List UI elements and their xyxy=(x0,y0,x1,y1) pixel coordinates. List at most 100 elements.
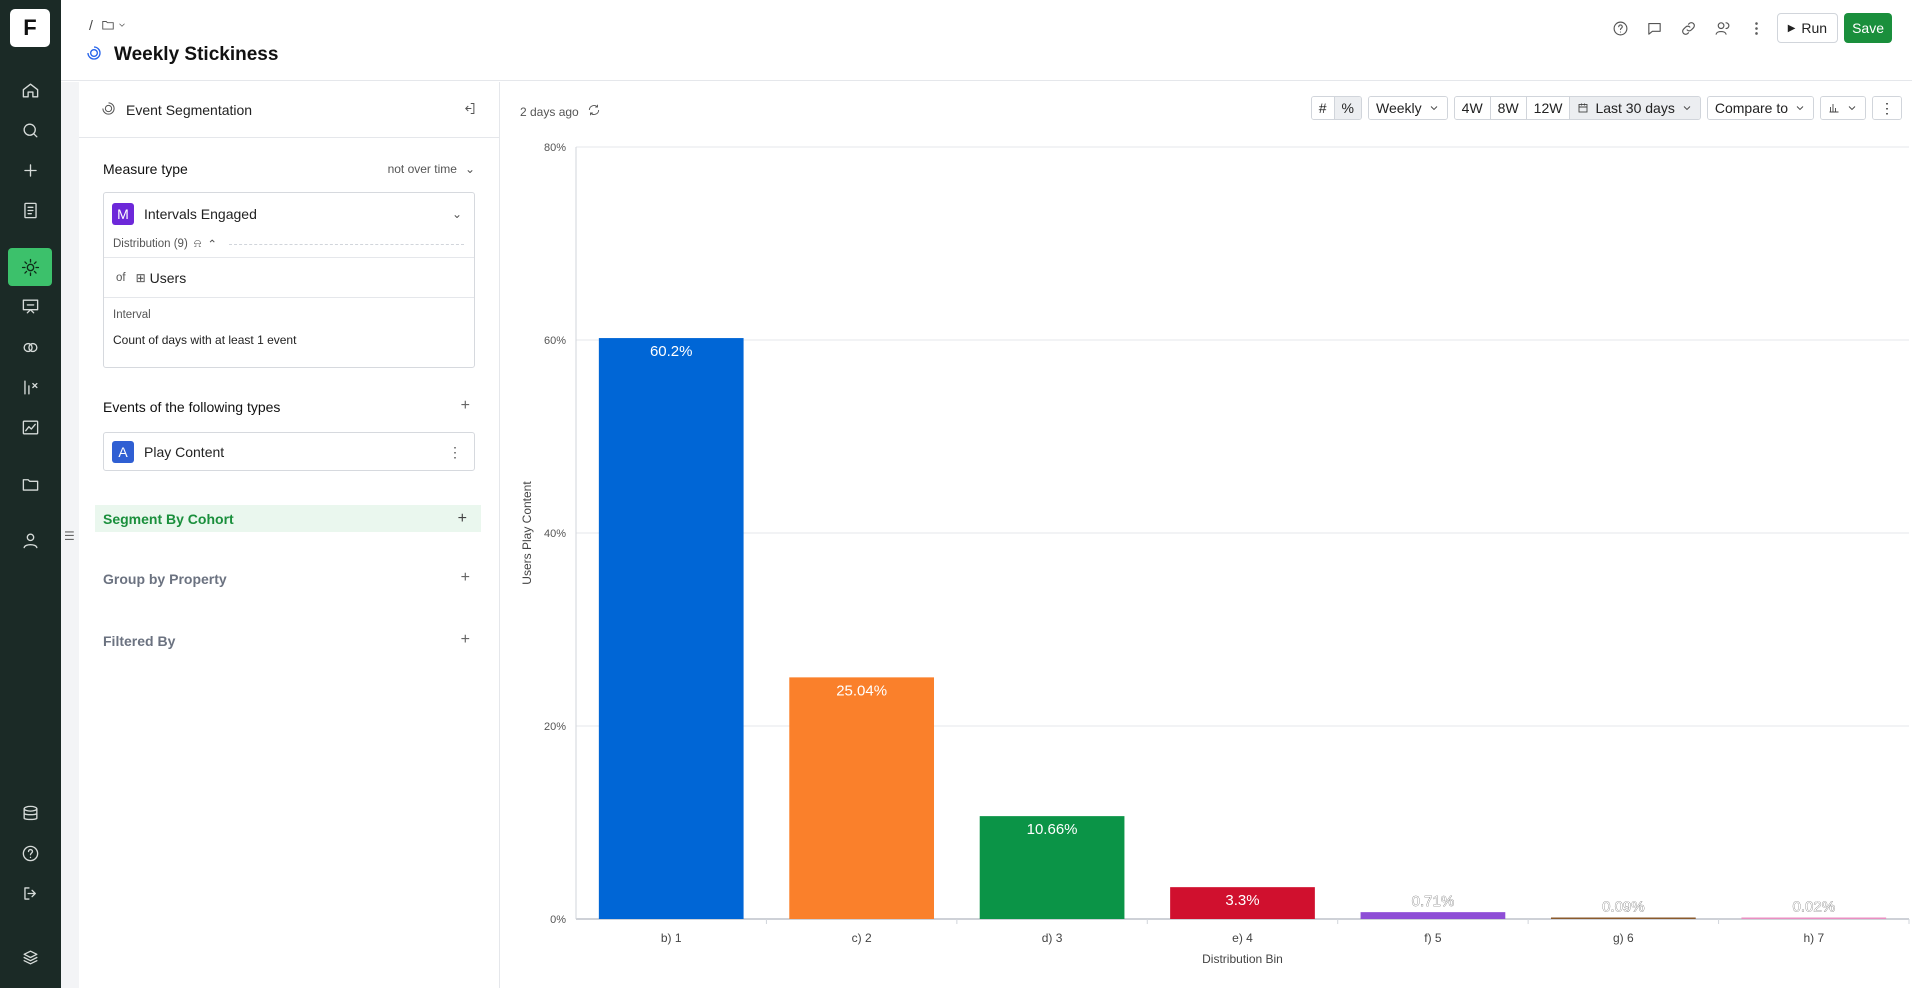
data-label: 0.09% xyxy=(1602,899,1645,916)
insights-icon[interactable] xyxy=(8,248,52,286)
percent-format-button[interactable]: % xyxy=(1334,97,1361,119)
range-4w[interactable]: 4W xyxy=(1454,97,1491,119)
data-label: 3.3% xyxy=(1225,892,1259,909)
filtered-by-label[interactable]: Filtered By xyxy=(103,633,175,649)
list-toggle-icon[interactable]: ☰ xyxy=(64,529,75,543)
comment-icon[interactable] xyxy=(1641,14,1669,42)
page-title[interactable]: Weekly Stickiness xyxy=(114,44,278,66)
folder-dropdown-icon[interactable] xyxy=(101,18,127,32)
chevron-down-icon xyxy=(1683,106,1691,111)
chart-toolbar: # % Weekly 4W 8W 12W Last 30 days Compar… xyxy=(1310,96,1902,120)
segment-by-cohort-row[interactable]: Segment By Cohort + xyxy=(95,505,481,532)
collapse-panel-icon[interactable] xyxy=(462,101,477,119)
data-label: 25.04% xyxy=(836,682,887,699)
percent-icon: % xyxy=(1341,100,1354,116)
chevron-down-icon: ⌄ xyxy=(464,162,475,176)
updated-text: 2 days ago xyxy=(520,104,579,119)
app-logo[interactable]: F xyxy=(10,9,50,47)
logout-icon[interactable] xyxy=(8,874,52,912)
compare-label: Compare to xyxy=(1714,100,1788,116)
x-tick-label: c) 2 xyxy=(852,931,872,945)
hash-icon: # xyxy=(1318,100,1327,116)
plus-icon[interactable] xyxy=(8,151,52,189)
event-name: Play Content xyxy=(144,444,225,460)
y-tick-label: 20% xyxy=(544,721,566,733)
of-users-row[interactable]: of ⊞ Users xyxy=(104,265,474,291)
add-event-icon[interactable]: + xyxy=(461,397,470,415)
y-tick-label: 80% xyxy=(544,142,566,154)
presentation-icon[interactable] xyxy=(8,287,52,325)
distribution-label: Distribution (9) xyxy=(113,238,188,250)
chart-more-button[interactable]: ⋮ xyxy=(1872,96,1902,120)
x-axis-title: Distribution Bin xyxy=(1202,952,1283,966)
of-value: Users xyxy=(149,270,187,286)
bar[interactable] xyxy=(598,338,744,919)
metric-row[interactable]: M Intervals Engaged ⌄ xyxy=(104,199,474,229)
brand-icon[interactable] xyxy=(8,938,52,976)
share-users-icon[interactable] xyxy=(1709,14,1737,42)
data-icon[interactable] xyxy=(8,794,52,832)
more-vertical-icon[interactable] xyxy=(1743,14,1771,42)
chart-type-dropdown[interactable] xyxy=(1820,96,1866,120)
more-vertical-icon: ⋮ xyxy=(1873,97,1901,119)
folder-icon[interactable] xyxy=(8,465,52,503)
measure-card: M Intervals Engaged ⌄ Distribution (9) ⍾… xyxy=(103,192,475,368)
add-segment-icon[interactable]: + xyxy=(458,510,467,528)
add-filter-icon[interactable]: + xyxy=(461,631,470,649)
chart-type-inner xyxy=(1821,97,1865,119)
y-axis-title: Users Play Content xyxy=(520,481,534,585)
help-icon[interactable] xyxy=(8,834,52,872)
data-label: 0.02% xyxy=(1793,899,1836,916)
page-header: / Weekly Stickiness ▶ Run Save xyxy=(61,0,1912,81)
bar[interactable] xyxy=(1741,917,1887,920)
run-label: Run xyxy=(1801,20,1828,36)
chart-area: 2 days ago # % Weekly 4W 8W 12W Last 30 … xyxy=(501,82,1912,988)
y-tick-label: 40% xyxy=(544,528,566,540)
compare-dropdown[interactable]: Compare to xyxy=(1706,96,1814,120)
compare-dropdown-inner: Compare to xyxy=(1707,97,1813,119)
notebook-icon[interactable] xyxy=(8,191,52,229)
bar[interactable] xyxy=(1360,912,1506,919)
x-tick-label: g) 6 xyxy=(1613,931,1634,945)
bell-icon: ⍾ xyxy=(193,237,202,250)
dashboard-icon[interactable] xyxy=(8,408,52,446)
chevron-down-icon xyxy=(1430,106,1437,111)
help-circle-icon[interactable] xyxy=(1607,14,1635,42)
search-icon[interactable] xyxy=(8,111,52,149)
add-group-icon[interactable]: + xyxy=(461,569,470,587)
bar[interactable] xyxy=(789,677,935,919)
number-format-button[interactable]: # xyxy=(1311,97,1335,119)
save-button[interactable]: Save xyxy=(1844,13,1892,43)
table-icon: ⊞ xyxy=(135,271,146,285)
metric-chevron-icon[interactable]: ⌄ xyxy=(452,207,462,221)
divider xyxy=(104,257,474,258)
cohorts-icon[interactable] xyxy=(8,328,52,366)
date-range-dropdown[interactable]: Last 30 days xyxy=(1570,97,1700,119)
app-root: F / Weekly Stickiness ▶ Run Save ☰ Event… xyxy=(0,0,1912,988)
event-badge: A xyxy=(112,441,134,463)
divider xyxy=(104,297,474,298)
measure-mode-dropdown[interactable]: not over time ⌄ xyxy=(388,162,475,176)
link-icon[interactable] xyxy=(1675,14,1703,42)
report-type-icon xyxy=(86,45,102,66)
distribution-row[interactable]: Distribution (9) ⍾ ⌃ xyxy=(104,235,474,253)
refresh-icon[interactable] xyxy=(587,103,601,120)
measure-mode-value: not over time xyxy=(387,162,457,176)
metrics-icon[interactable] xyxy=(8,368,52,406)
home-icon[interactable] xyxy=(8,71,52,109)
event-card[interactable]: A Play Content ⋮ xyxy=(103,432,475,471)
user-icon[interactable] xyxy=(8,521,52,559)
x-tick-label: d) 3 xyxy=(1042,931,1063,945)
date-range-group: 4W 8W 12W Last 30 days xyxy=(1453,96,1701,120)
range-12w[interactable]: 12W xyxy=(1526,97,1571,119)
range-8w[interactable]: 8W xyxy=(1490,97,1527,119)
chevron-down-icon xyxy=(1848,106,1856,111)
interval-dropdown[interactable]: Weekly xyxy=(1368,96,1448,120)
logo-letter: F xyxy=(23,15,37,40)
group-by-label[interactable]: Group by Property xyxy=(103,571,227,587)
interval-value[interactable]: Count of days with at least 1 event xyxy=(113,333,296,347)
value-format-toggle: # % xyxy=(1310,96,1362,120)
more-vertical-icon[interactable]: ⋮ xyxy=(448,444,462,461)
bar[interactable] xyxy=(1550,917,1696,920)
run-button[interactable]: ▶ Run xyxy=(1776,13,1839,43)
